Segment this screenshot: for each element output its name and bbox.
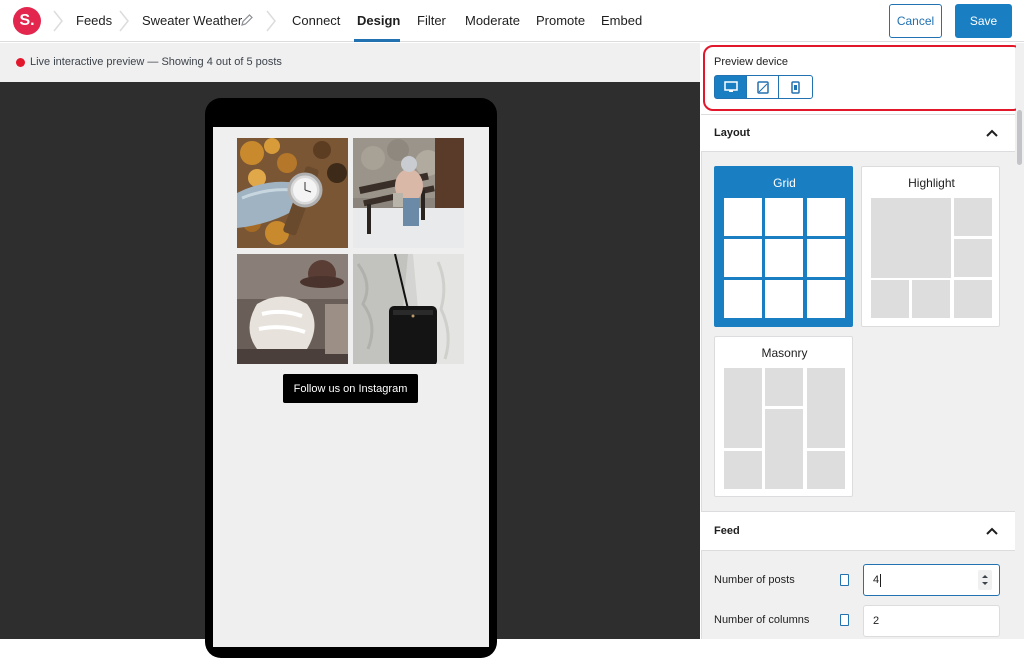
layout-cell [871,198,951,278]
app-logo[interactable]: S. [13,7,41,35]
tab-promote[interactable]: Promote [536,13,585,28]
layout-option-label: Highlight [908,176,955,190]
tab-moderate[interactable]: Moderate [465,13,520,28]
highlight-annotation-box [703,45,1023,111]
save-button[interactable]: Save [955,4,1012,38]
pencil-icon[interactable] [240,13,254,27]
number-of-columns-input[interactable]: 2 [863,605,1000,637]
tab-embed[interactable]: Embed [601,13,642,28]
layout-cell [807,280,845,318]
number-of-posts-label: Number of posts [714,574,795,586]
breadcrumb-chevron-icon [53,10,63,32]
breadcrumb-feeds[interactable]: Feeds [76,13,112,28]
post-image-bench[interactable] [353,138,464,248]
cancel-button[interactable]: Cancel [889,4,942,38]
layout-option-label: Grid [773,176,796,190]
preview-status-text: Live interactive preview — Showing 4 out… [30,56,282,68]
layout-section-title: Layout [714,127,751,139]
phone-icon[interactable] [840,574,849,586]
number-of-posts-value: 4 [873,574,880,586]
active-tab-indicator [354,39,400,42]
layout-cell [765,368,803,406]
layout-cell [807,239,845,277]
layout-cell [954,198,992,236]
layout-option-label: Masonry [761,346,808,360]
post-image-hat[interactable] [237,254,348,364]
feed-section-header[interactable] [701,511,1015,551]
breadcrumb-chevron-icon [266,10,276,32]
layout-cell [724,368,762,448]
feed-section-title: Feed [714,525,740,537]
post-image-bag[interactable] [353,254,464,364]
chevron-up-icon[interactable] [985,128,999,138]
layout-cell [912,280,950,318]
tab-connect[interactable]: Connect [292,13,340,28]
chevron-up-icon[interactable] [985,526,999,536]
tab-design[interactable]: Design [357,13,400,28]
layout-cell [871,280,909,318]
phone-icon[interactable] [840,614,849,626]
breadcrumb-chevron-icon [119,10,129,32]
stepper-arrows-icon[interactable] [978,570,992,590]
layout-cell [724,280,762,318]
layout-option-grid[interactable]: Grid [714,166,853,327]
layout-cell [765,280,803,318]
layout-cell [954,280,992,318]
post-image-watch[interactable] [237,138,348,248]
layout-cell [724,451,762,489]
layout-option-masonry[interactable]: Masonry [714,336,853,497]
layout-cell [765,239,803,277]
layout-cell [807,451,845,489]
layout-option-highlight[interactable]: Highlight [861,166,1000,327]
layout-cell [954,239,992,277]
number-stepper[interactable] [978,570,992,590]
live-indicator-dot [16,58,25,67]
layout-cell [765,198,803,236]
number-of-columns-label: Number of columns [714,614,810,626]
layout-cell [724,198,762,236]
text-cursor [880,573,882,587]
breadcrumb-feed-name[interactable]: Sweater Weather [142,13,242,28]
tab-filter[interactable]: Filter [417,13,446,28]
follow-instagram-button[interactable]: Follow us on Instagram [283,374,418,403]
layout-cell [765,409,803,489]
layout-cell [807,198,845,236]
number-of-columns-value: 2 [873,615,880,627]
layout-cell [807,368,845,448]
scrollbar-thumb[interactable] [1017,110,1022,165]
layout-cell [724,239,762,277]
